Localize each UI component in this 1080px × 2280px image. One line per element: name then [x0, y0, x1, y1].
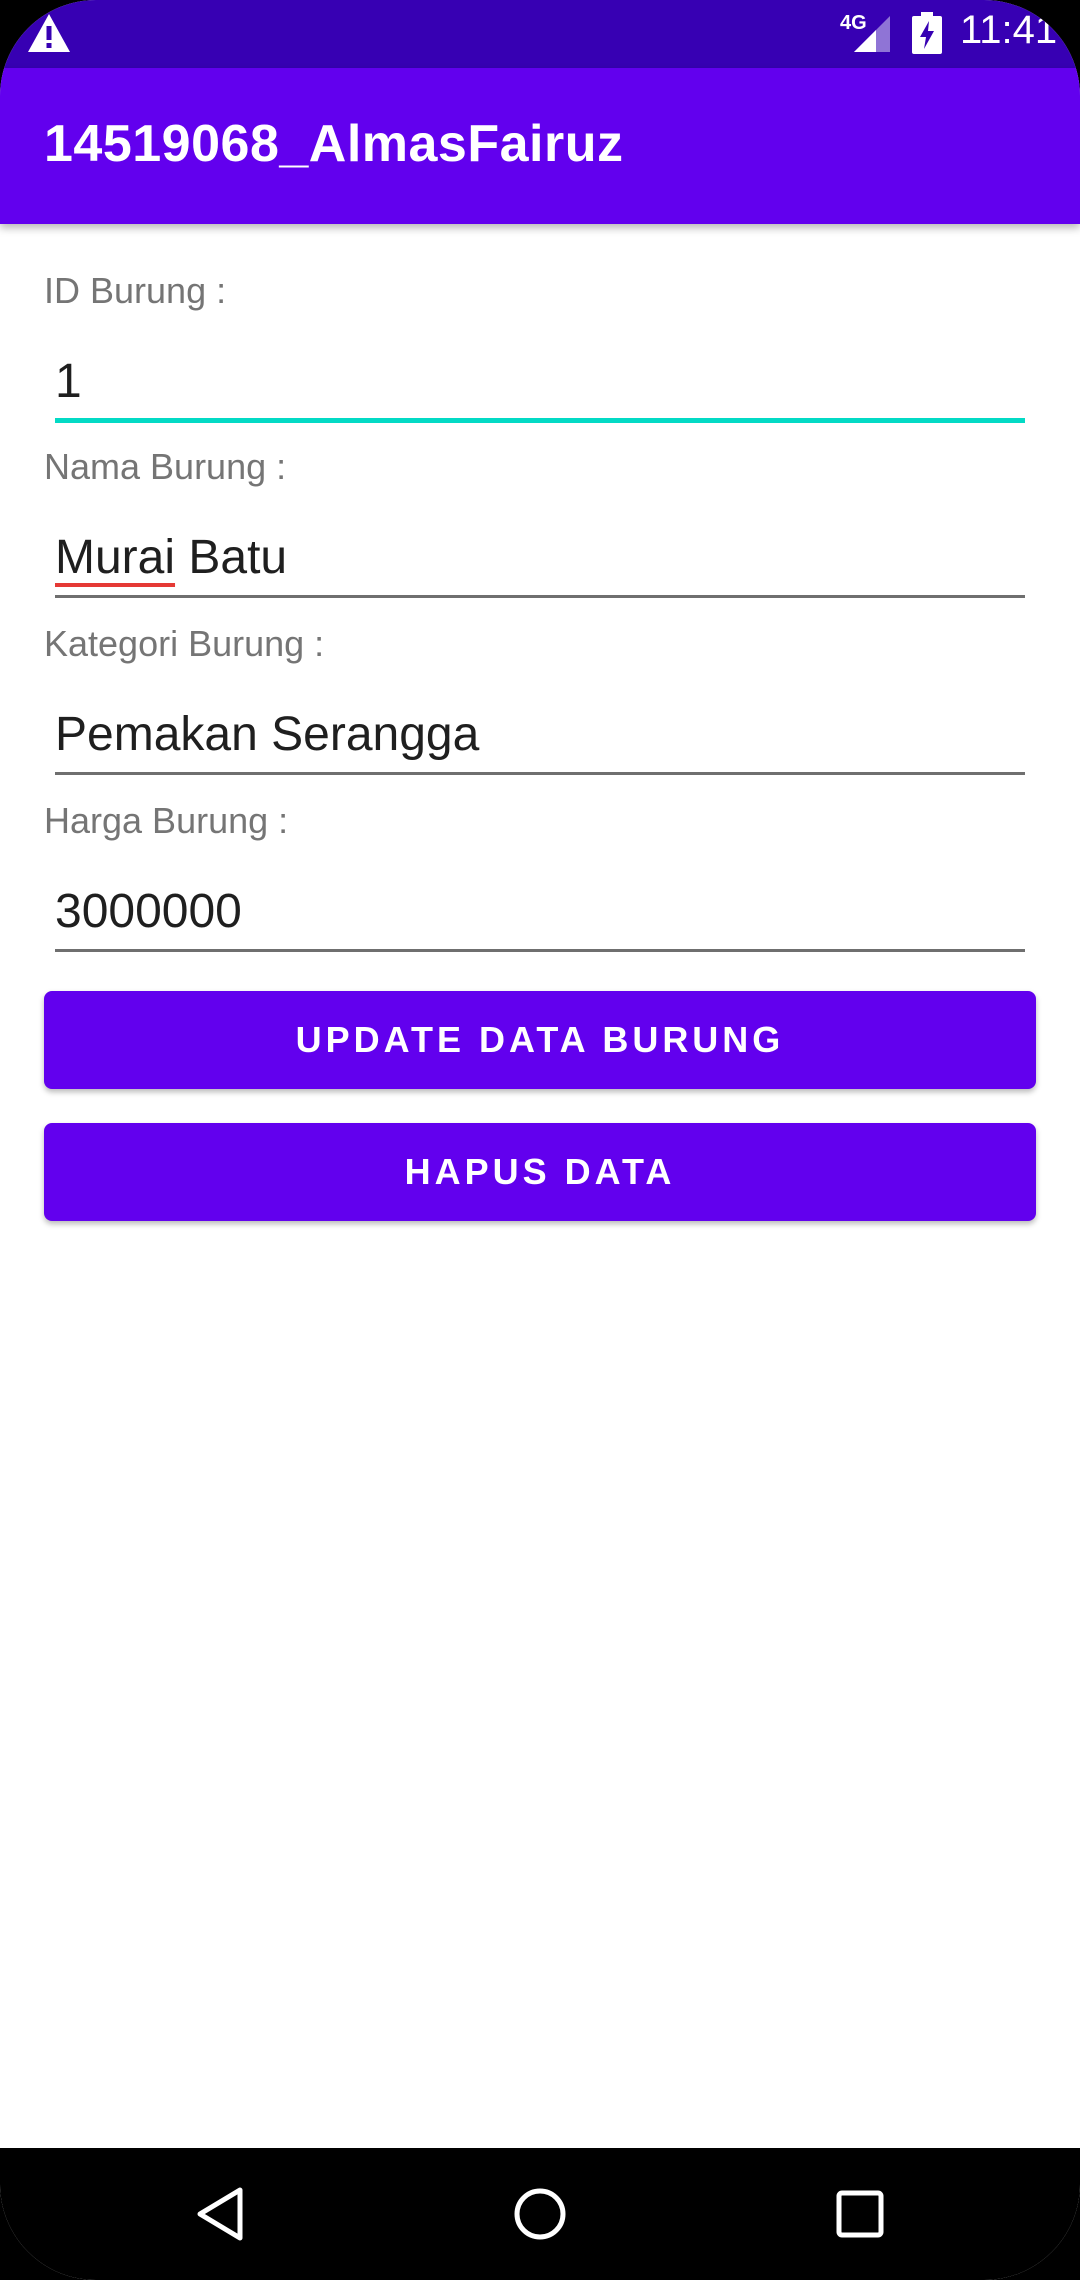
nama-burung-input[interactable]: Murai Batu: [55, 530, 287, 585]
clock: 11:41: [960, 8, 1058, 52]
id-burung-label: ID Burung :: [44, 270, 227, 311]
harga-burung-label: Harga Burung :: [44, 800, 289, 841]
kategori-burung-underline: [55, 772, 1025, 775]
harga-burung-input[interactable]: 3000000: [55, 884, 242, 939]
navigation-bar: [0, 2148, 1080, 2280]
misspelled-word: Murai: [55, 531, 176, 584]
app-title: 14519068_AlmasFairuz: [44, 115, 624, 173]
nama-burung-label: Nama Burung :: [44, 446, 287, 487]
kategori-burung-input[interactable]: Pemakan Serangga: [55, 707, 479, 762]
battery-charging-icon: [912, 12, 942, 54]
warning-icon: [28, 14, 70, 52]
app-bar: 14519068_AlmasFairuz: [0, 68, 1080, 224]
home-icon[interactable]: [510, 2184, 570, 2244]
harga-burung-underline: [55, 949, 1025, 952]
update-data-button[interactable]: UPDATE DATA BURUNG: [44, 991, 1036, 1089]
back-icon[interactable]: [190, 2184, 250, 2244]
screen: 4G 11:41 14519068_AlmasFairuz ID Burung …: [0, 0, 1080, 2280]
nama-burung-value-rest: Batu: [175, 531, 288, 584]
nama-burung-underline: [55, 595, 1025, 598]
id-burung-input[interactable]: 1: [55, 354, 82, 409]
status-bar: 4G 11:41: [0, 0, 1080, 68]
signal-icon: [854, 16, 890, 52]
delete-data-button[interactable]: HAPUS DATA: [44, 1123, 1036, 1221]
recents-icon[interactable]: [830, 2184, 890, 2244]
id-burung-underline: [55, 418, 1025, 423]
kategori-burung-label: Kategori Burung :: [44, 623, 325, 664]
